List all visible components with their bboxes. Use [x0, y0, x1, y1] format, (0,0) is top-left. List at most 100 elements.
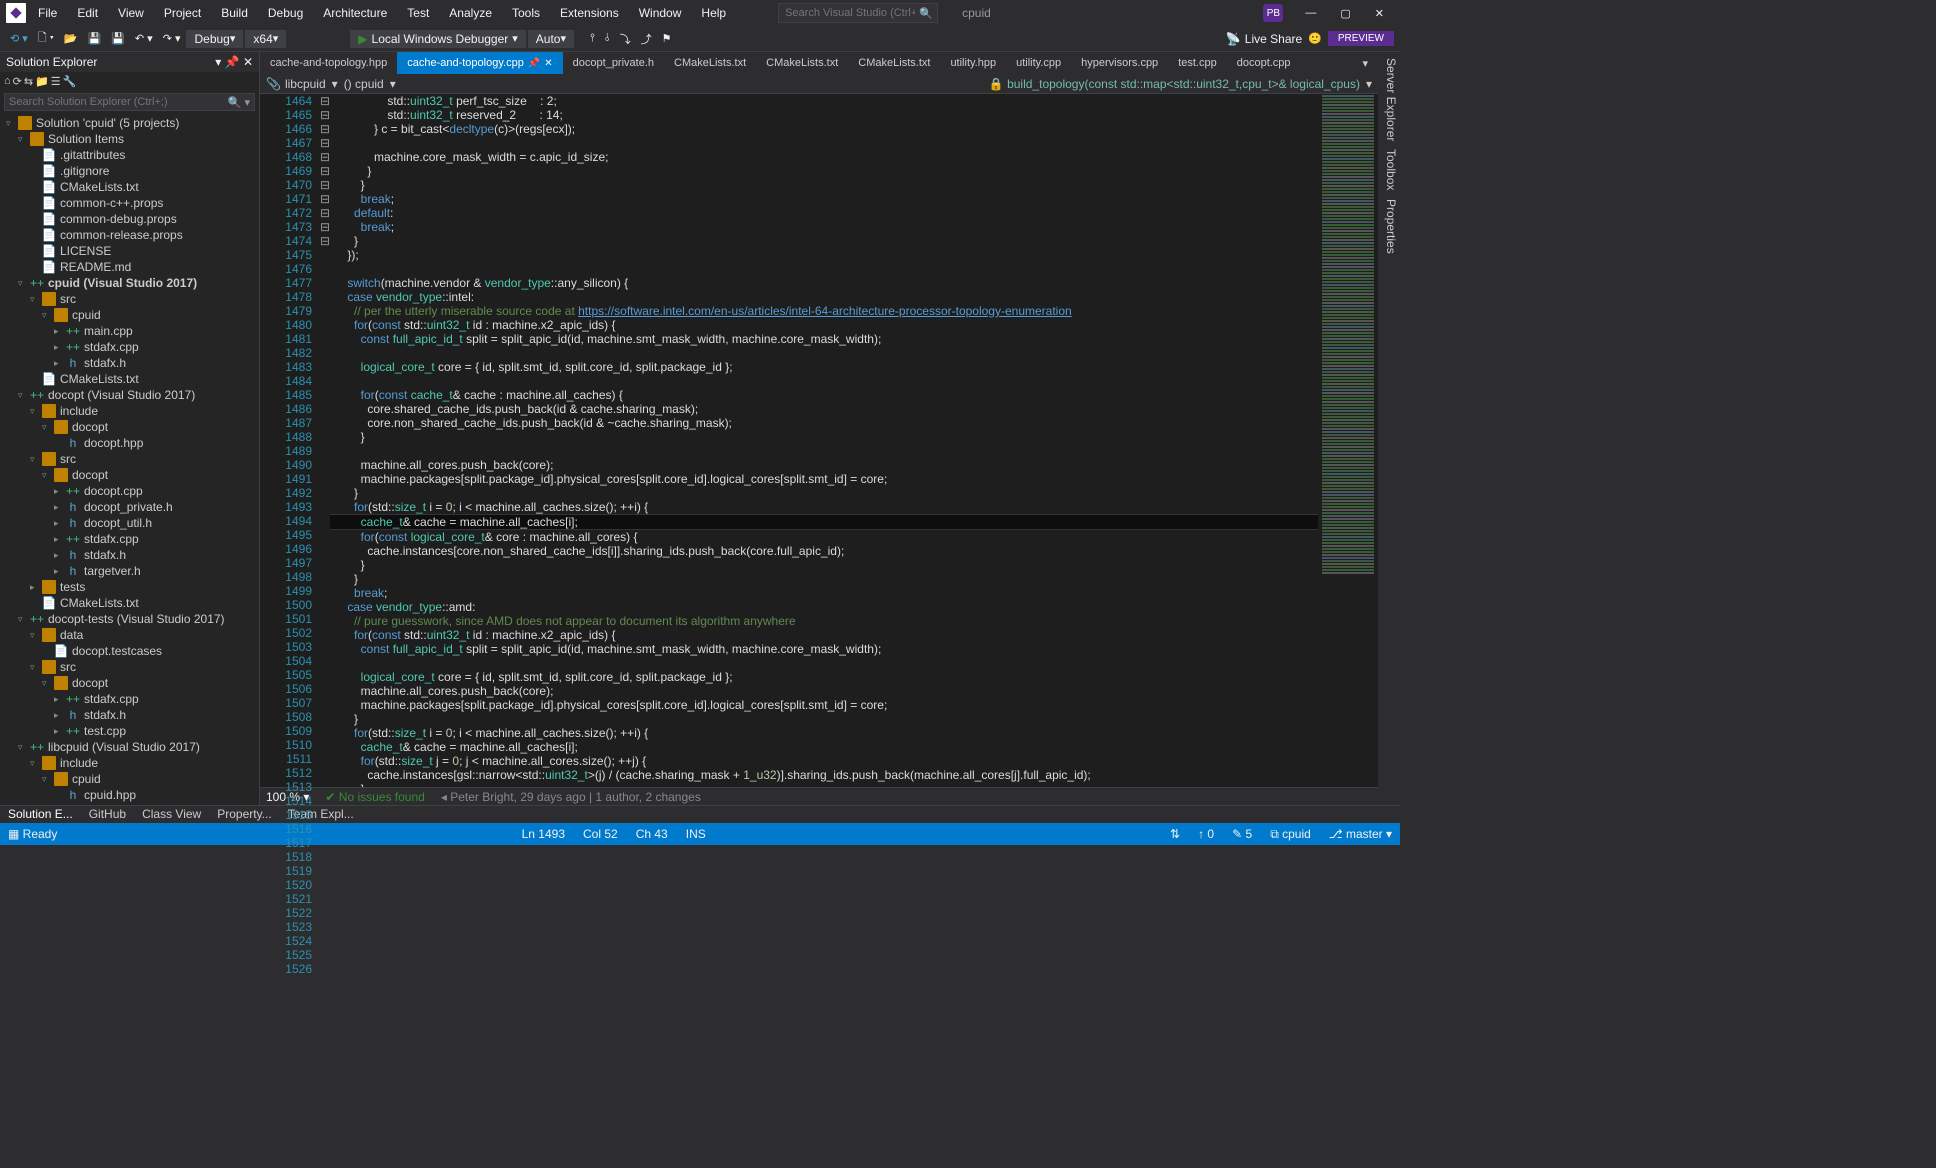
editor-tab[interactable]: utility.hpp	[940, 52, 1006, 74]
refresh-icon[interactable]: ⟳	[13, 75, 22, 88]
tree-node[interactable]: ▿Solution 'cpuid' (5 projects)	[0, 115, 259, 131]
bottom-tab[interactable]: GitHub	[81, 806, 134, 823]
redo-icon[interactable]: ↷ ▾	[159, 30, 185, 47]
tree-node[interactable]: ▸hstdafx.h	[0, 707, 259, 723]
undo-icon[interactable]: ↶ ▾	[131, 30, 157, 47]
tree-node[interactable]: ▿src	[0, 451, 259, 467]
tree-node[interactable]: 📄docopt.testcases	[0, 643, 259, 659]
tree-node[interactable]: ▿include	[0, 755, 259, 771]
tree-node[interactable]: 📄README.md	[0, 259, 259, 275]
pin-icon[interactable]: 📌	[528, 58, 540, 69]
live-share-button[interactable]: 📡 Live Share	[1226, 32, 1302, 46]
tree-node[interactable]: ▿cpuid	[0, 307, 259, 323]
editor-tab[interactable]: docopt_private.h	[563, 52, 664, 74]
rail-tab[interactable]: Toolbox	[1380, 149, 1398, 190]
tree-node[interactable]: ▸++test.cpp	[0, 723, 259, 739]
right-tool-rail[interactable]: Server Explorer Toolbox Properties	[1378, 52, 1400, 805]
tree-node[interactable]: 📄CMakeLists.txt	[0, 595, 259, 611]
tree-node[interactable]: ▸++stdafx.cpp	[0, 531, 259, 547]
tree-node[interactable]: 📄LICENSE	[0, 243, 259, 259]
editor-tab[interactable]: cache-and-topology.hpp	[260, 52, 397, 74]
issues-status[interactable]: ✔ No issues found	[325, 790, 424, 804]
close-button[interactable]: ✕	[1365, 7, 1394, 20]
tree-node[interactable]: ▸tests	[0, 579, 259, 595]
tree-node[interactable]: ▸++stdafx.cpp	[0, 691, 259, 707]
tree-node[interactable]: 📄common-debug.props	[0, 211, 259, 227]
show-all-icon[interactable]: ☰	[51, 75, 61, 88]
editor-tab[interactable]: utility.cpp	[1006, 52, 1071, 74]
breadcrumb-scope[interactable]: () cpuid	[344, 77, 384, 91]
tree-node[interactable]: 📄CMakeLists.txt	[0, 179, 259, 195]
tree-node[interactable]: 📄.gitattributes	[0, 147, 259, 163]
solution-tree[interactable]: ▿Solution 'cpuid' (5 projects)▿Solution …	[0, 113, 259, 805]
tree-node[interactable]: ▿docopt	[0, 419, 259, 435]
tree-node[interactable]: 📄.gitignore	[0, 163, 259, 179]
bottom-tab[interactable]: Solution E...	[0, 806, 81, 823]
changes-count[interactable]: ✎ 5	[1232, 827, 1252, 841]
tree-node[interactable]: ▸hstdafx.h	[0, 355, 259, 371]
tree-node[interactable]: ▿include	[0, 403, 259, 419]
user-avatar[interactable]: PB	[1263, 4, 1283, 22]
step-icon[interactable]: ⫯	[586, 30, 599, 47]
menu-extensions[interactable]: Extensions	[552, 3, 627, 23]
close-icon[interactable]: ✕	[243, 55, 253, 69]
tree-node[interactable]: ▿++docopt (Visual Studio 2017)	[0, 387, 259, 403]
menu-debug[interactable]: Debug	[260, 3, 311, 23]
config-dropdown[interactable]: Debug ▾	[186, 30, 243, 48]
close-icon[interactable]: ✕	[544, 58, 552, 69]
tree-node[interactable]: ▿src	[0, 659, 259, 675]
push-count[interactable]: ↑ 0	[1198, 827, 1214, 841]
step-icon-4[interactable]: ⤴	[637, 29, 656, 49]
collapse-icon[interactable]: 📁	[35, 75, 49, 88]
sync-icon[interactable]: ⇆	[24, 75, 33, 88]
bottom-tab[interactable]: Class View	[134, 806, 209, 823]
menu-architecture[interactable]: Architecture	[315, 3, 395, 23]
debug-target-dropdown[interactable]: Auto ▾	[528, 30, 574, 48]
global-search-input[interactable]	[779, 7, 915, 19]
tree-node[interactable]: ▿docopt	[0, 467, 259, 483]
tree-node[interactable]: ▸htargetver.h	[0, 563, 259, 579]
tree-node[interactable]: ▿data	[0, 627, 259, 643]
new-project-icon[interactable]: 🗋 ▾	[34, 27, 58, 50]
code-content[interactable]: std::uint32_t perf_tsc_size : 2; std::ui…	[330, 94, 1318, 787]
tree-node[interactable]: ▸++main.cpp	[0, 323, 259, 339]
solution-search[interactable]: 🔍 ▾	[4, 93, 255, 111]
menu-tools[interactable]: Tools	[504, 3, 548, 23]
rail-tab[interactable]: Properties	[1380, 199, 1398, 254]
tree-node[interactable]: ▿docopt	[0, 675, 259, 691]
tree-node[interactable]: ▸hdocopt_private.h	[0, 499, 259, 515]
pin-icon[interactable]: ▾ 📌	[215, 55, 239, 69]
editor-tab[interactable]: CMakeLists.txt	[664, 52, 756, 74]
editor-tab[interactable]: hypervisors.cpp	[1071, 52, 1168, 74]
step-icon-2[interactable]: ⫰	[601, 30, 614, 47]
tree-node[interactable]: ▸hstdafx.h	[0, 547, 259, 563]
editor-tab[interactable]: docopt.cpp	[1227, 52, 1301, 74]
breadcrumb-project[interactable]: 📎 libcpuid	[266, 77, 326, 91]
rail-tab[interactable]: Server Explorer	[1380, 58, 1398, 141]
feedback-icon[interactable]: 🙂	[1304, 30, 1326, 47]
menu-help[interactable]: Help	[693, 3, 734, 23]
step-icon-3[interactable]: ⤵	[616, 29, 635, 49]
run-debugger-button[interactable]: ▶ Local Windows Debugger ▾	[350, 30, 526, 48]
branch-name[interactable]: ⎇ master ▾	[1329, 827, 1392, 841]
tree-node[interactable]: ▿cpuid	[0, 771, 259, 787]
flag-icon[interactable]: ⚑	[658, 30, 676, 47]
tree-node[interactable]: 📄common-c++.props	[0, 195, 259, 211]
tree-node[interactable]: 📄common-release.props	[0, 227, 259, 243]
tree-node[interactable]: ▿src	[0, 291, 259, 307]
fold-column[interactable]: ⊟⊟ ⊟ ⊟ ⊟ ⊟ ⊟ ⊟ ⊟ ⊟ ⊟	[320, 94, 330, 787]
solution-search-input[interactable]	[5, 94, 224, 110]
breadcrumb-symbol[interactable]: 🔒 build_topology(const std::map<std::uin…	[989, 77, 1360, 91]
tree-node[interactable]: ▿Solution Items	[0, 131, 259, 147]
open-icon[interactable]: 📂	[60, 30, 82, 47]
breadcrumb-bar[interactable]: 📎 libcpuid ▾ () cpuid ▾ 🔒 build_topology…	[260, 74, 1378, 94]
platform-dropdown[interactable]: x64 ▾	[245, 30, 286, 48]
editor-tab[interactable]: test.cpp	[1168, 52, 1227, 74]
menu-window[interactable]: Window	[631, 3, 690, 23]
tree-node[interactable]: ▿++cpuid (Visual Studio 2017)	[0, 275, 259, 291]
menu-project[interactable]: Project	[156, 3, 209, 23]
tree-node[interactable]: ▿++docopt-tests (Visual Studio 2017)	[0, 611, 259, 627]
menu-edit[interactable]: Edit	[69, 3, 106, 23]
save-icon[interactable]: 💾	[83, 30, 105, 47]
tab-overflow-icon[interactable]: ▾	[1352, 52, 1378, 74]
